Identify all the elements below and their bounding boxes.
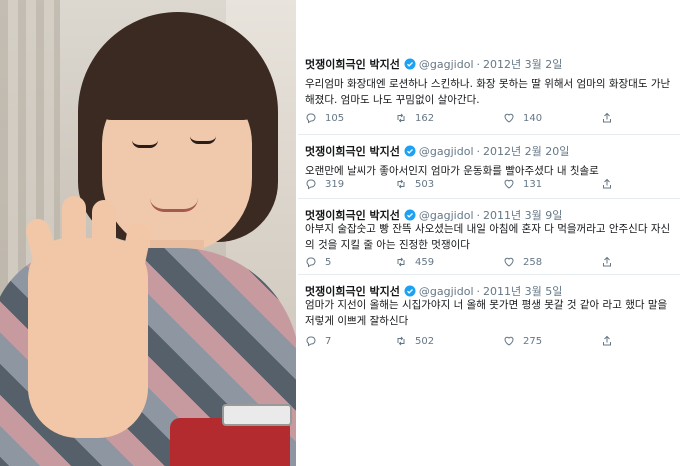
author-handle[interactable]: @gagjidol [419, 209, 474, 222]
photo-finger [62, 196, 86, 286]
verified-badge-icon [404, 285, 416, 297]
tweet-date[interactable]: 2012년 3월 2일 [483, 56, 562, 72]
reply-icon [306, 179, 316, 190]
like-button[interactable]: 131 [503, 178, 542, 190]
tweet[interactable]: 멋쟁이희극인 박지선 @gagjidol · 2012년 3월 2일 우리엄마 … [298, 48, 680, 134]
photo-eye-left [132, 140, 158, 148]
reply-button[interactable]: 5 [305, 256, 331, 268]
tweet-header: 멋쟁이희극인 박지선 @gagjidol · 2012년 2월 20일 [305, 143, 569, 159]
retweet-count: 502 [415, 335, 435, 347]
photo-mouth [150, 198, 198, 212]
reply-count: 5 [325, 256, 332, 268]
like-button[interactable]: 258 [503, 256, 542, 268]
retweet-button[interactable]: 162 [395, 112, 434, 124]
share-icon [603, 335, 611, 346]
like-count: 131 [523, 178, 543, 190]
reply-count: 319 [325, 178, 345, 190]
tweet-text: 오랜만에 날씨가 좋아서인지 엄마가 운동화를 빨아주셨다 내 칫솔로 [305, 165, 599, 177]
tweet-text: 아부지 술잡숫고 빵 잔뜩 사오셨는데 내일 아침에 혼자 다 먹을꺼라고 안주… [305, 223, 671, 251]
retweet-icon [397, 257, 405, 267]
retweet-count: 459 [415, 256, 435, 268]
separator-dot: · [476, 57, 481, 71]
like-button[interactable]: 275 [503, 335, 542, 347]
share-icon [603, 112, 611, 123]
reply-count: 7 [325, 335, 332, 347]
separator-dot: · [476, 144, 481, 158]
separator-dot: · [476, 284, 481, 298]
retweet-button[interactable]: 502 [395, 335, 434, 347]
photo-phone [222, 404, 292, 426]
reply-icon [306, 257, 316, 268]
tweet[interactable]: 멋쟁이희극인 박지선 @gagjidol · 2012년 2월 20일 오랜만에… [298, 134, 680, 198]
author-handle[interactable]: @gagjidol [419, 285, 474, 298]
separator-dot: · [476, 208, 481, 222]
photo-eye-right [190, 136, 216, 144]
retweet-icon [397, 113, 405, 123]
like-count: 275 [523, 335, 543, 347]
photo-finger [92, 200, 116, 290]
retweet-icon [397, 336, 405, 346]
like-icon [504, 113, 514, 123]
retweet-icon [397, 179, 405, 189]
author-handle[interactable]: @gagjidol [419, 145, 474, 158]
retweet-count: 162 [415, 112, 435, 124]
tweet-actions: 319 503 131 [305, 178, 665, 194]
retweet-button[interactable]: 459 [395, 256, 434, 268]
tweet-header: 멋쟁이희극인 박지선 @gagjidol · 2012년 3월 2일 [305, 56, 562, 72]
author-name[interactable]: 멋쟁이희극인 박지선 [305, 56, 400, 72]
tweet-list: 멋쟁이희극인 박지선 @gagjidol · 2012년 3월 2일 우리엄마 … [298, 48, 680, 466]
like-button[interactable]: 140 [503, 112, 542, 124]
share-button[interactable] [601, 178, 621, 190]
like-icon [504, 257, 514, 267]
like-count: 258 [523, 256, 543, 268]
tweet-date[interactable]: 2012년 2월 20일 [483, 143, 569, 159]
reply-count: 105 [325, 112, 345, 124]
tweet-actions: 5 459 258 [305, 256, 665, 272]
tweet-text: 엄마가 지선이 올해는 시집가야지 너 올해 못가면 평생 못갈 것 같아 라고… [305, 299, 668, 327]
reply-button[interactable]: 105 [305, 112, 344, 124]
share-icon [603, 256, 611, 267]
tweet[interactable]: 멋쟁이희극인 박지선 @gagjidol · 2011년 3월 5일 엄마가 지… [298, 274, 680, 354]
share-button[interactable] [601, 256, 621, 268]
reply-icon [306, 336, 316, 347]
tweet-text: 우리엄마 화장대엔 로션하나 스킨하나. 화장 못하는 딸 위해서 엄마의 화장… [305, 78, 671, 106]
author-handle[interactable]: @gagjidol [419, 58, 474, 71]
reply-button[interactable]: 319 [305, 178, 344, 190]
verified-badge-icon [404, 145, 416, 157]
tweet-actions: 105 162 140 [305, 112, 665, 128]
author-name[interactable]: 멋쟁이희극인 박지선 [305, 143, 400, 159]
profile-photo [0, 0, 296, 466]
tweet-actions: 7 502 275 [305, 335, 665, 351]
reply-button[interactable]: 7 [305, 335, 331, 347]
verified-badge-icon [404, 58, 416, 70]
retweet-count: 503 [415, 178, 435, 190]
like-icon [504, 336, 514, 346]
share-icon [603, 178, 611, 189]
reply-icon [306, 113, 316, 124]
like-count: 140 [523, 112, 543, 124]
tweet[interactable]: 멋쟁이희극인 박지선 @gagjidol · 2011년 3월 9일 아부지 술… [298, 198, 680, 274]
retweet-button[interactable]: 503 [395, 178, 434, 190]
share-button[interactable] [601, 112, 621, 124]
verified-badge-icon [404, 209, 416, 221]
share-button[interactable] [601, 335, 621, 347]
like-icon [504, 179, 514, 189]
